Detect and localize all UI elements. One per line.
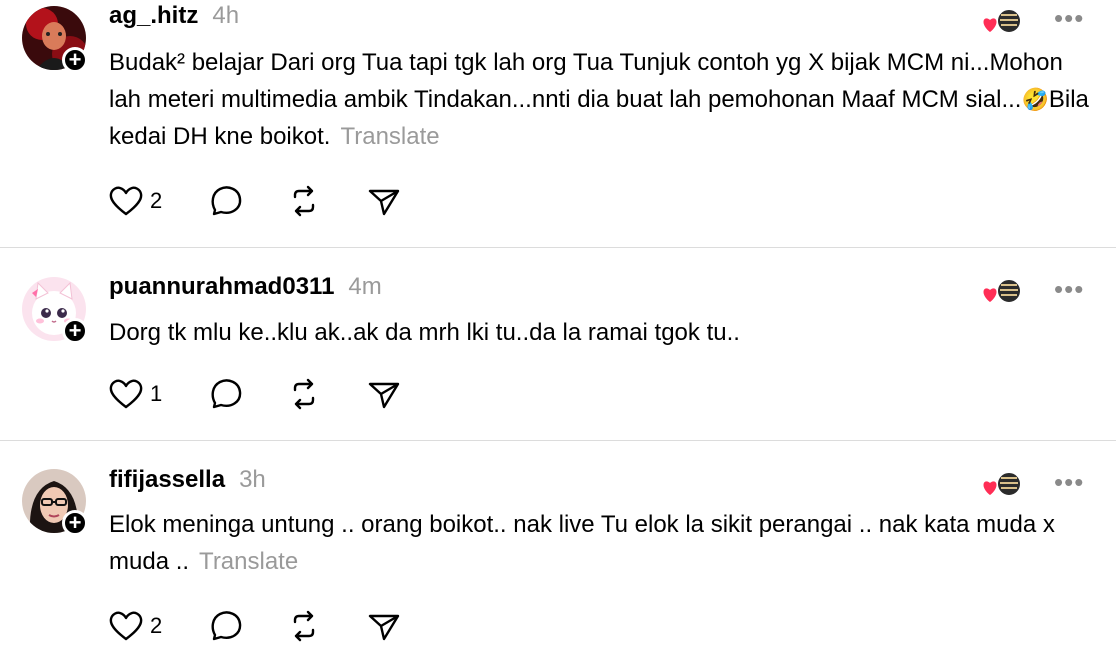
comment-item: + fifijassella 3h ••• Elok meninga untung… xyxy=(0,441,1116,658)
timestamp: 3h xyxy=(239,466,266,493)
like-count: 2 xyxy=(150,188,163,213)
timestamp: 4m xyxy=(348,273,382,300)
more-options-icon[interactable]: ••• xyxy=(1054,469,1084,495)
speech-bubble-icon xyxy=(211,379,242,409)
comment-header: fifijassella 3h xyxy=(109,466,266,502)
comment-text: Elok meninga untung .. orang boikot.. na… xyxy=(109,506,1099,580)
speech-bubble-icon xyxy=(211,186,242,216)
reply-button[interactable] xyxy=(208,608,244,644)
translate-link[interactable]: Translate xyxy=(340,123,439,150)
paper-plane-icon xyxy=(368,189,400,216)
repost-arrows-icon xyxy=(293,185,315,217)
comment-item: + puannurahmad0311 4m ••• Dorg tk mlu ke.… xyxy=(0,248,1116,440)
liked-by-author-icon xyxy=(982,8,1022,34)
username[interactable]: fifijassella xyxy=(109,466,225,493)
comment-header: ag_.hitz 4h xyxy=(109,2,239,38)
username[interactable]: puannurahmad0311 xyxy=(109,273,334,300)
follow-plus-icon[interactable]: + xyxy=(62,510,88,536)
heart-outline-icon xyxy=(109,186,143,216)
follow-plus-icon[interactable]: + xyxy=(62,318,88,344)
comment-text: Budak² belajar Dari org Tua tapi tgk lah… xyxy=(109,44,1099,155)
like-button[interactable]: 2 xyxy=(108,183,162,219)
paper-plane-icon xyxy=(368,382,400,409)
reply-button[interactable] xyxy=(208,183,244,219)
like-button[interactable]: 1 xyxy=(108,376,162,412)
more-options-icon[interactable]: ••• xyxy=(1054,276,1084,302)
reply-button[interactable] xyxy=(208,376,244,412)
repost-button[interactable] xyxy=(286,183,322,219)
repost-button[interactable] xyxy=(286,608,322,644)
more-options-icon[interactable]: ••• xyxy=(1054,5,1084,31)
comment-item: + ag_.hitz 4h ••• Budak² belajar Dari org… xyxy=(0,0,1116,248)
rofl-emoji: 🤣 xyxy=(1021,87,1049,112)
liked-by-author-icon xyxy=(982,471,1022,497)
follow-plus-icon[interactable]: + xyxy=(62,47,88,73)
translate-link[interactable]: Translate xyxy=(199,548,298,575)
share-button[interactable] xyxy=(366,183,402,219)
liked-by-author-icon xyxy=(982,278,1022,304)
comment-text-part1: Budak² belajar Dari org Tua tapi tgk lah… xyxy=(109,49,1063,113)
username[interactable]: ag_.hitz xyxy=(109,2,198,29)
repost-button[interactable] xyxy=(286,376,322,412)
heart-outline-icon xyxy=(109,611,143,641)
repost-arrows-icon xyxy=(293,378,315,410)
like-button[interactable]: 2 xyxy=(108,608,162,644)
like-count: 1 xyxy=(150,381,163,406)
timestamp: 4h xyxy=(212,2,240,29)
paper-plane-icon xyxy=(368,614,400,641)
share-button[interactable] xyxy=(366,608,402,644)
comment-header: puannurahmad0311 4m xyxy=(109,273,382,309)
repost-arrows-icon xyxy=(293,610,315,642)
like-count: 2 xyxy=(150,613,163,638)
share-button[interactable] xyxy=(366,376,402,412)
comment-text: Dorg tk mlu ke..klu ak..ak da mrh lki tu… xyxy=(109,319,740,346)
heart-outline-icon xyxy=(109,379,143,409)
speech-bubble-icon xyxy=(211,611,242,641)
